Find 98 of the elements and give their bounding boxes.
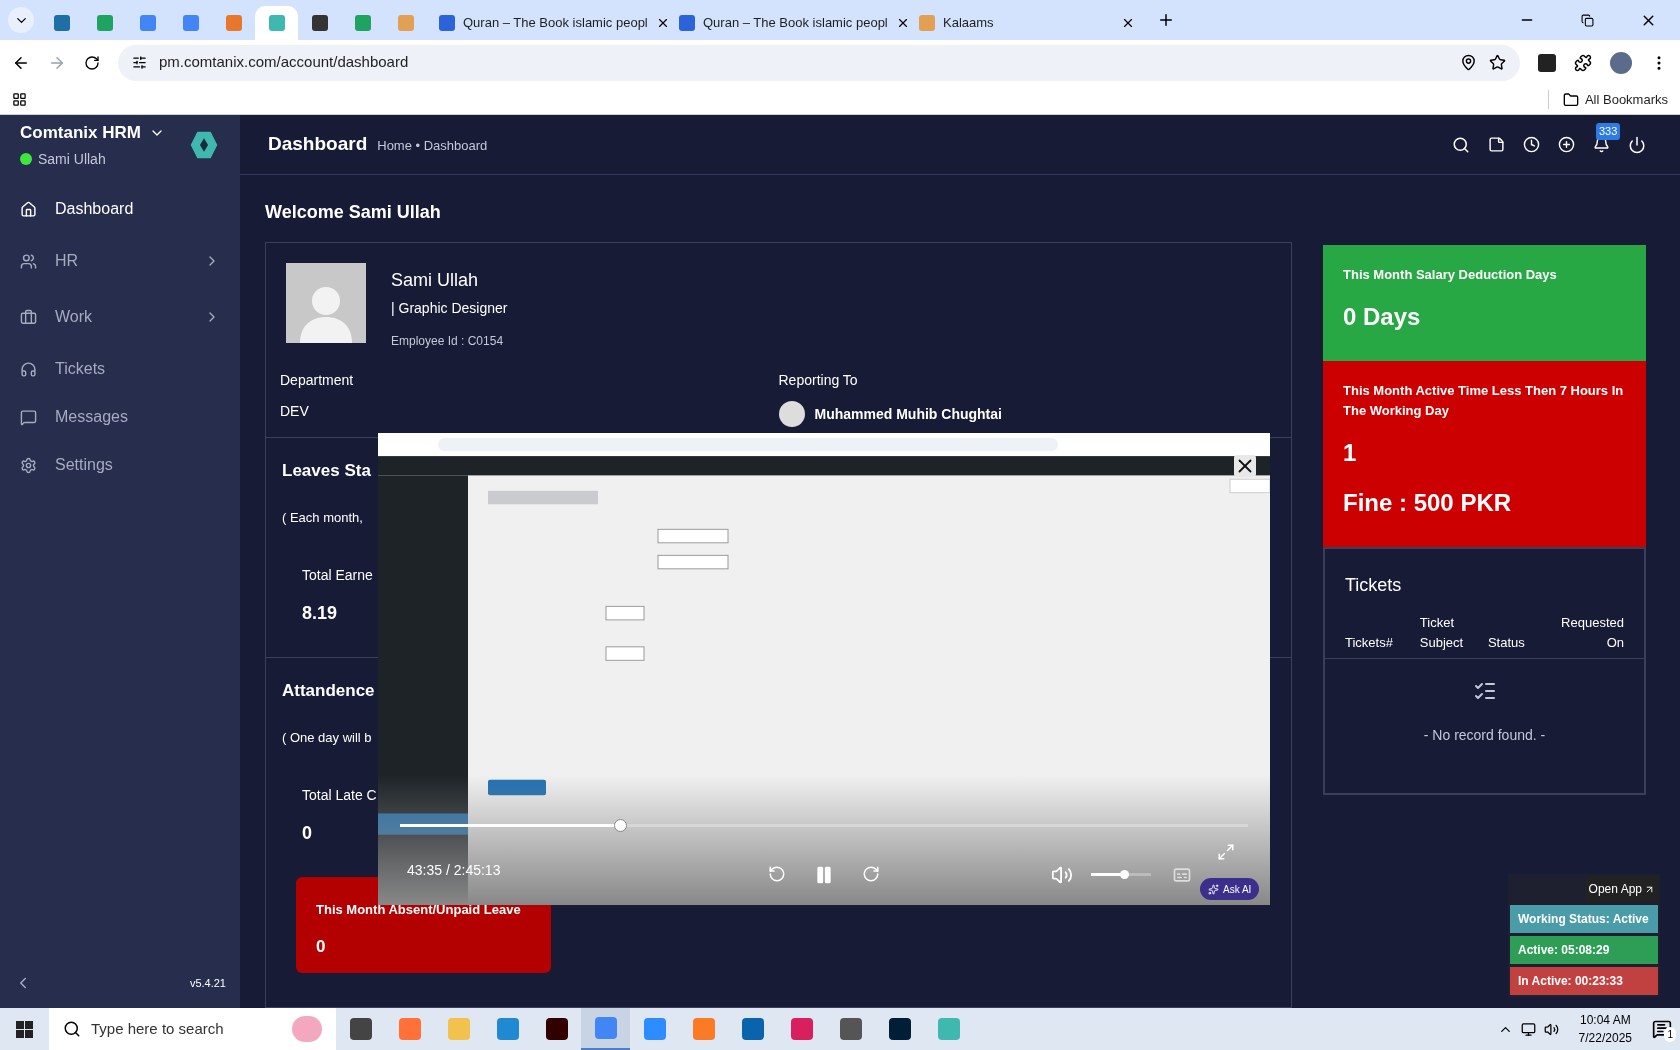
extension-icon[interactable]: [1538, 53, 1556, 72]
column-header: Ticket Subject: [1419, 614, 1465, 652]
clock-icon[interactable]: [1523, 136, 1540, 153]
search-icon[interactable]: [1452, 135, 1470, 154]
bookmark-folder[interactable]: All Bookmarks: [1547, 89, 1668, 110]
new-tab-icon[interactable]: [1157, 11, 1175, 29]
volume-handle[interactable]: [1120, 870, 1129, 879]
nav-icon: [20, 200, 37, 218]
tab-title: Kalaams: [943, 14, 995, 33]
nav-icon: [20, 252, 37, 270]
bookmark-star-icon[interactable]: [1489, 54, 1506, 71]
windows-start-icon[interactable]: [16, 1020, 33, 1038]
stat-label: Total Late C: [302, 786, 377, 805]
status-row: Active: 05:08:29: [1510, 936, 1658, 964]
employee-role: | Graphic Designer: [391, 299, 508, 318]
user-name: Sami Ullah: [38, 149, 106, 169]
card-value: 1: [1343, 438, 1358, 468]
nav-item[interactable]: Settings: [0, 441, 240, 489]
close-icon[interactable]: [1234, 455, 1256, 477]
tab-search-button[interactable]: [8, 7, 34, 33]
browser-tab[interactable]: Quran – The Book islamic peopl: [667, 6, 907, 40]
status-row: In Active: 00:23:33: [1510, 967, 1658, 995]
nav-icon: [20, 360, 37, 378]
card-title: This Month Salary Deduction Days: [1343, 266, 1558, 284]
url-text: pm.comtanix.com/account/dashboard: [159, 52, 409, 73]
notification-badge: 333: [1596, 123, 1621, 140]
tab-title: Quran – The Book islamic peopl: [703, 14, 888, 33]
profile-avatar-icon[interactable]: [1610, 51, 1632, 74]
card-title: This Month Absent/Unpaid Leave: [316, 901, 522, 919]
column-header: Status: [1487, 633, 1526, 652]
nav-item[interactable]: Tickets: [0, 345, 240, 393]
stat-value: 8.19: [302, 602, 338, 625]
field-label: Department: [280, 371, 355, 390]
site-settings-icon[interactable]: [132, 55, 147, 70]
browser-tab[interactable]: Kalaams: [907, 6, 1147, 40]
notification-center-icon[interactable]: [1652, 1019, 1672, 1039]
version-label: v5.4.21: [189, 975, 226, 991]
card-title: This Month Active Time Less Then 7 Hours In The Working Day: [1343, 382, 1625, 420]
folder-icon: [1562, 91, 1579, 108]
avatar-icon: [778, 401, 805, 427]
section-title: Attandence: [282, 680, 375, 702]
volume-icon[interactable]: [1543, 1021, 1559, 1037]
field-value: DEV: [280, 402, 309, 421]
employee-name: Sami Ullah: [391, 269, 480, 292]
empty-message: - No record found. -: [1423, 726, 1546, 745]
status-row: Working Status: Active: [1510, 905, 1658, 933]
app-name: Comtanix HRM: [20, 122, 141, 145]
logo-icon: [188, 129, 220, 161]
panel-title: Tickets: [1344, 574, 1403, 597]
rewind-icon[interactable]: [768, 865, 786, 883]
column-header: Tickets#: [1345, 633, 1394, 652]
section-note: ( Each month,: [282, 508, 363, 527]
note-icon[interactable]: [1488, 136, 1505, 153]
breadcrumb: Home • Dashboard: [377, 136, 488, 155]
stat-label: Total Earne: [302, 566, 373, 585]
network-icon[interactable]: [1520, 1021, 1536, 1037]
video-time: 43:35 / 2:45:13: [407, 861, 501, 880]
ask-ai-button[interactable]: Ask AI: [1200, 878, 1260, 900]
pause-icon[interactable]: [814, 865, 834, 885]
nav-icon: [20, 308, 37, 326]
open-app-button[interactable]: Open App: [1585, 876, 1658, 902]
nav-icon: [20, 408, 37, 426]
sparkle-icon: [1208, 883, 1219, 895]
notification-count: 1: [1664, 1027, 1676, 1042]
forward-icon[interactable]: [862, 865, 880, 883]
nav-item[interactable]: Work: [0, 289, 240, 345]
apps-icon[interactable]: [12, 92, 27, 107]
add-icon[interactable]: [1558, 136, 1575, 153]
employee-id: Employee Id : C0154: [391, 333, 505, 350]
section-note: ( One day will b: [282, 728, 372, 747]
column-header: Requested On: [1560, 614, 1624, 652]
field-label: Reporting To: [778, 371, 859, 390]
taskbar-search-field[interactable]: Type here to search: [49, 1008, 336, 1050]
stat-value: 0: [302, 822, 312, 845]
card-value: 0 Days: [1343, 302, 1422, 332]
progress-track[interactable]: [400, 824, 1248, 827]
welcome-heading: Welcome Sami Ullah: [265, 201, 442, 224]
reload-icon[interactable]: [84, 54, 100, 71]
nav-item[interactable]: HR: [0, 233, 240, 289]
nav-item[interactable]: Dashboard: [0, 185, 240, 233]
tab-title: Quran – The Book islamic peopl: [463, 14, 648, 33]
clock-time: 10:04 AM: [1579, 1012, 1631, 1029]
extensions-icon[interactable]: [1574, 53, 1592, 72]
section-title: Leaves Sta: [282, 460, 371, 482]
clock-date: 7/22/2025: [1578, 1030, 1632, 1047]
nav-item[interactable]: Messages: [0, 393, 240, 441]
field-value: Muhammed Muhib Chughtai: [814, 404, 1002, 424]
nav-icon: [20, 456, 37, 474]
power-icon[interactable]: [1628, 135, 1646, 154]
page-title: Dashboard: [268, 132, 368, 157]
address-bar[interactable]: pm.comtanix.com/account/dashboard: [118, 44, 1520, 81]
card-value: 0: [316, 935, 327, 958]
browser-tab[interactable]: Quran – The Book islamic peopl: [427, 6, 667, 40]
card-value: Fine : 500 PKR: [1343, 488, 1513, 518]
search-icon: [63, 1020, 81, 1038]
restore-icon[interactable]: [1581, 13, 1594, 27]
location-icon[interactable]: [1460, 54, 1477, 71]
close-icon[interactable]: [1121, 16, 1135, 30]
